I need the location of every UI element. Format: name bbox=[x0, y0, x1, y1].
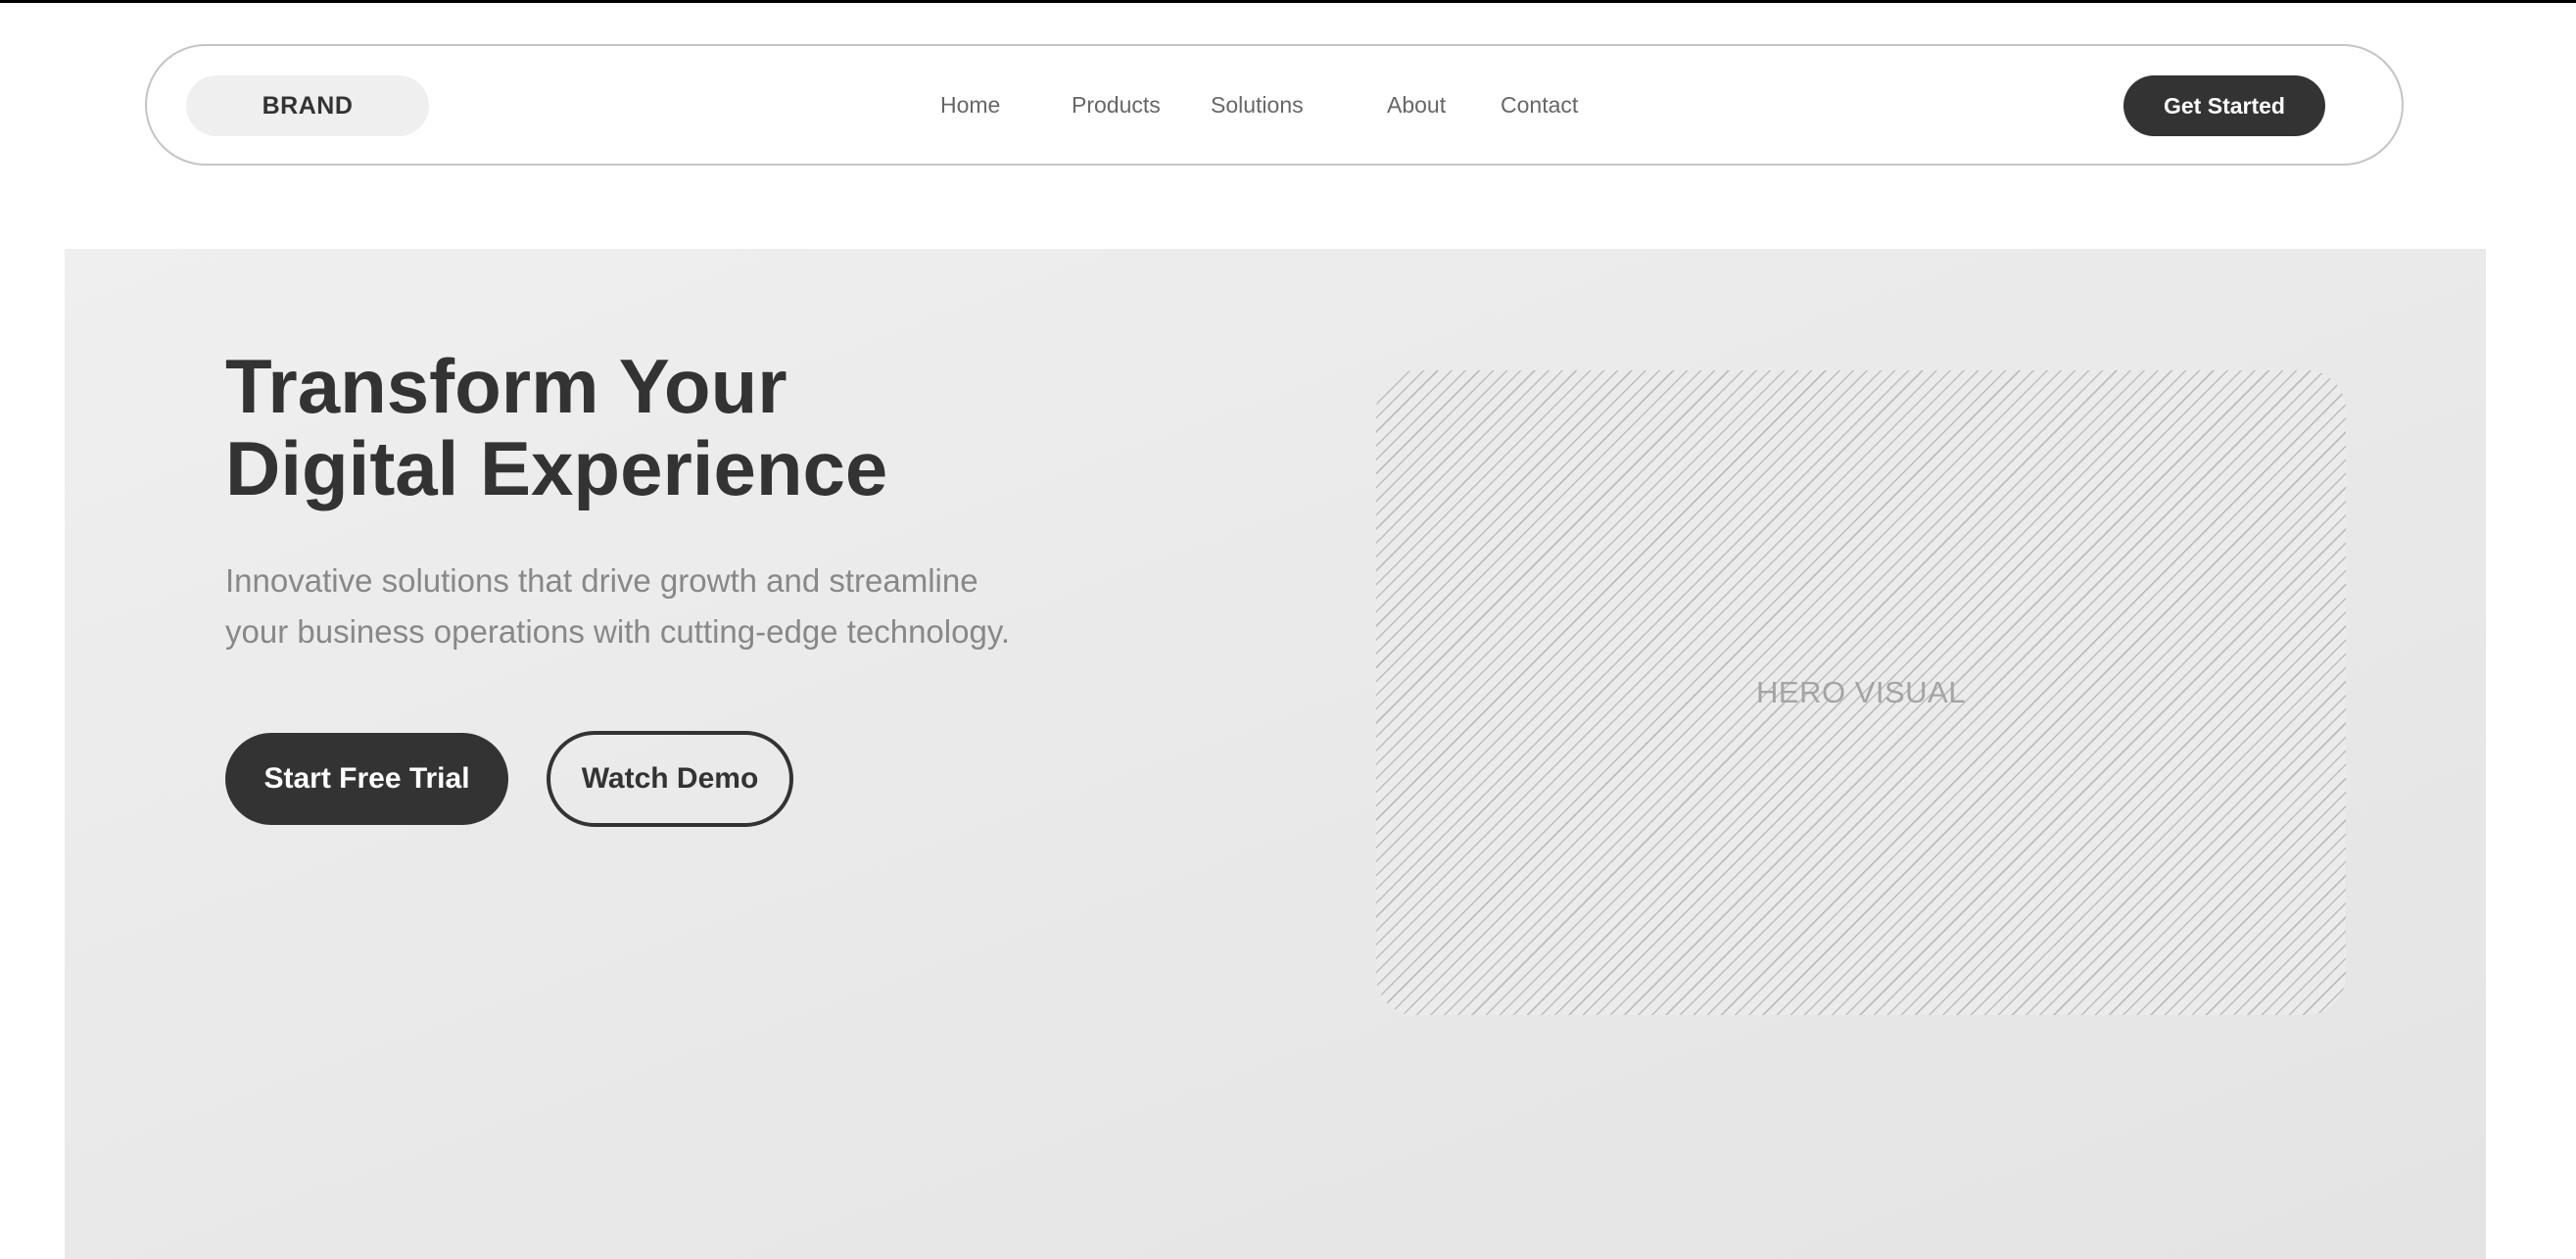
get-started-button[interactable]: Get Started bbox=[2123, 75, 2325, 136]
start-free-trial-button[interactable]: Start Free Trial bbox=[225, 733, 508, 825]
watch-demo-button[interactable]: Watch Demo bbox=[547, 731, 793, 827]
hero-subtitle-line-2: your business operations with cutting-ed… bbox=[225, 613, 1011, 650]
navbar: BRAND Home Products Solutions About Cont… bbox=[145, 44, 2404, 166]
nav-link-contact[interactable]: Contact bbox=[1501, 91, 1578, 119]
nav-link-solutions[interactable]: Solutions bbox=[1211, 91, 1304, 119]
hero-section: Transform Your Digital Experience Innova… bbox=[65, 249, 2486, 1259]
hero-subtitle-line-1: Innovative solutions that drive growth a… bbox=[225, 562, 978, 599]
nav-link-home[interactable]: Home bbox=[940, 91, 1000, 119]
nav-link-products[interactable]: Products bbox=[1072, 91, 1161, 119]
brand-logo[interactable]: BRAND bbox=[186, 75, 429, 136]
hero-title: Transform Your Digital Experience bbox=[225, 345, 1107, 509]
hero-subtitle: Innovative solutions that drive growth a… bbox=[225, 556, 1068, 657]
hero-title-line-1: Transform Your bbox=[225, 343, 787, 429]
nav-link-about[interactable]: About bbox=[1387, 91, 1446, 119]
hero-visual-placeholder: HERO VISUAL bbox=[1376, 370, 2346, 1015]
hero-title-line-2: Digital Experience bbox=[225, 425, 888, 511]
hero-visual-label: HERO VISUAL bbox=[1756, 675, 1966, 709]
